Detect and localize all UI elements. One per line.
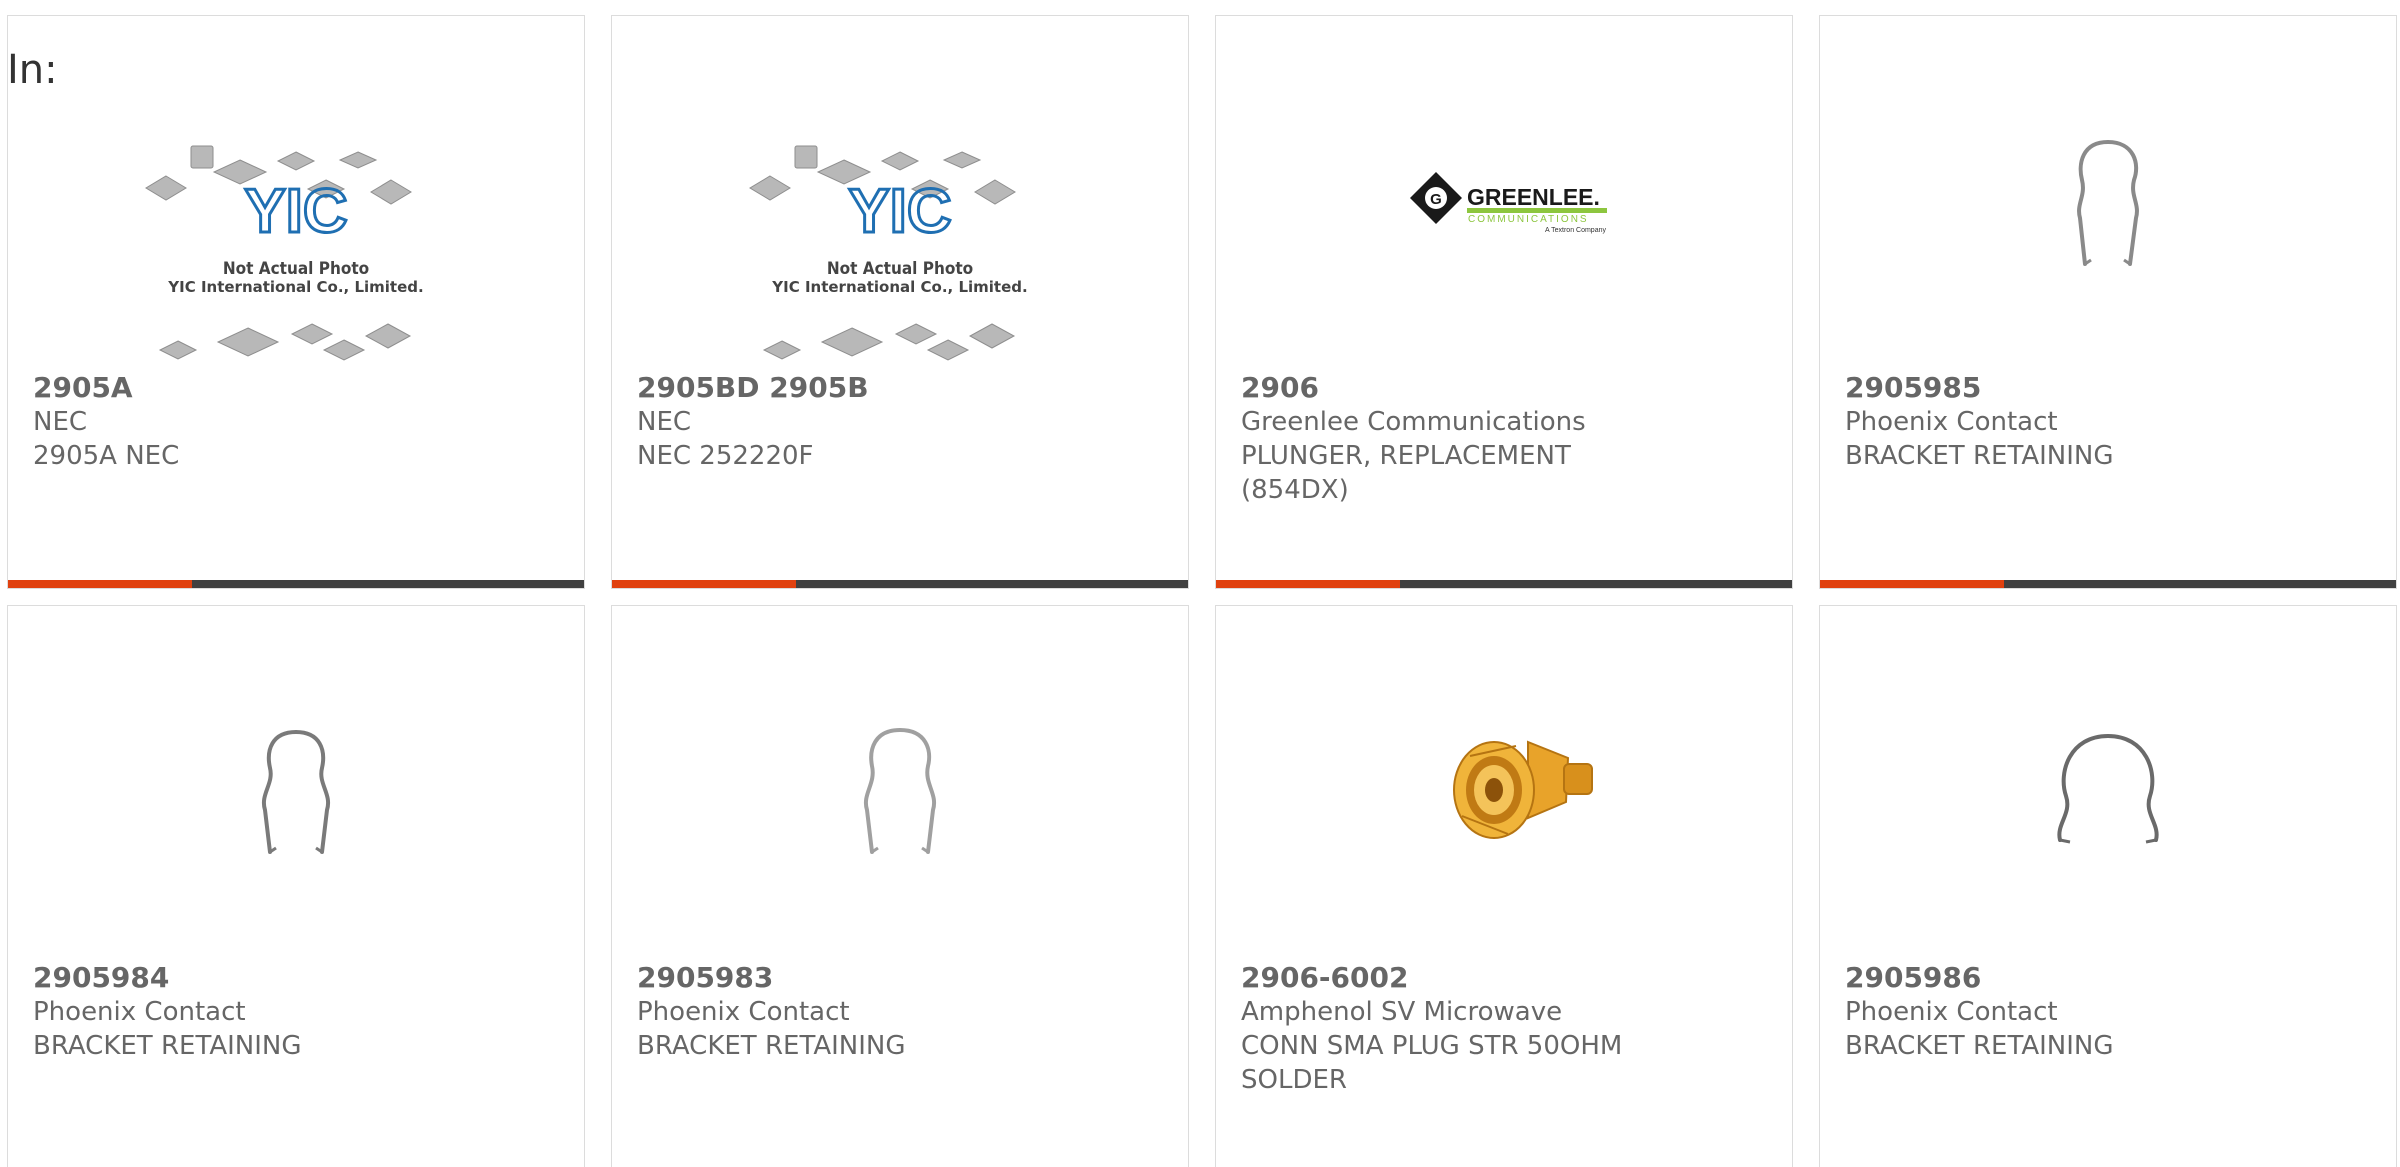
part-number[interactable]: 2906-6002	[1241, 961, 1761, 995]
product-card[interactable]: 2905984 Phoenix Contact BRACKET RETAININ…	[7, 605, 585, 1167]
manufacturer: Greenlee Communications	[1241, 407, 1586, 437]
product-text: 2905985 Phoenix Contact BRACKET RETAININ…	[1845, 371, 2365, 473]
part-number[interactable]: 2905985	[1845, 371, 2365, 405]
product-text: 2905BD 2905B NEC NEC 252220F	[637, 371, 1157, 473]
product-grid-page: In: YIC Not Actual Photo YIC Internation…	[0, 0, 2400, 1167]
greenlee-brand-text: GREENLEE.	[1467, 184, 1600, 210]
greenlee-logo: G GREENLEE. COMMUNICATIONS A Textron Com…	[1410, 172, 1607, 234]
greenlee-sub-text: COMMUNICATIONS	[1468, 214, 1589, 225]
progress-fill	[612, 580, 797, 588]
watermark-line2: YIC International Co., Limited.	[167, 278, 423, 296]
watermark-line1: Not Actual Photo	[223, 259, 369, 279]
progress-bar	[8, 580, 584, 588]
filter-in-label: In:	[7, 47, 58, 93]
product-description: NEC 252220F	[637, 441, 814, 471]
progress-fill	[1820, 580, 2005, 588]
product-text: 2906 Greenlee Communications PLUNGER, RE…	[1241, 371, 1761, 507]
manufacturer: NEC	[637, 407, 692, 437]
manufacturer: Amphenol SV Microwave	[1241, 997, 1563, 1027]
part-number[interactable]: 2905BD 2905B	[637, 371, 1157, 405]
product-description: PLUNGER, REPLACEMENT (854DX)	[1241, 441, 1571, 505]
yic-placeholder-image: YIC Not Actual Photo YIC International C…	[749, 145, 1028, 361]
product-description: BRACKET RETAINING	[1845, 1031, 2114, 1061]
product-description: CONN SMA PLUG STR 50OHM SOLDER	[1241, 1031, 1623, 1095]
greenlee-tag-text: A Textron Company	[1545, 227, 1606, 234]
manufacturer: Phoenix Contact	[1845, 407, 2058, 437]
wire-bracket-image	[261, 729, 331, 854]
part-number[interactable]: 2905983	[637, 961, 1157, 995]
product-text: 2905984 Phoenix Contact BRACKET RETAININ…	[33, 961, 553, 1063]
svg-text:G: G	[1430, 191, 1442, 208]
progress-fill	[1216, 580, 1401, 588]
product-card[interactable]: 2905986 Phoenix Contact BRACKET RETAININ…	[1819, 605, 2397, 1167]
product-card[interactable]: 2906-6002 Amphenol SV Microwave CONN SMA…	[1215, 605, 1793, 1167]
product-text: 2906-6002 Amphenol SV Microwave CONN SMA…	[1241, 961, 1761, 1097]
product-image[interactable]: YIC Not Actual Photo YIC International C…	[612, 56, 1188, 366]
product-text: 2905986 Phoenix Contact BRACKET RETAININ…	[1845, 961, 2365, 1063]
progress-bar	[612, 580, 1188, 588]
manufacturer: Phoenix Contact	[637, 997, 850, 1027]
product-image[interactable]	[8, 646, 584, 956]
part-number[interactable]: 2905986	[1845, 961, 2365, 995]
product-description: BRACKET RETAINING	[1845, 441, 2114, 471]
manufacturer: NEC	[33, 407, 88, 437]
product-card[interactable]: YIC Not Actual Photo YIC International C…	[611, 15, 1189, 589]
wire-bracket-image	[863, 727, 937, 854]
product-text: 2905A NEC 2905A NEC	[33, 371, 553, 473]
progress-bar	[1216, 580, 1792, 588]
watermark-line1: Not Actual Photo	[827, 259, 973, 279]
product-description: 2905A NEC	[33, 441, 180, 471]
product-image[interactable]: G GREENLEE. COMMUNICATIONS A Textron Com…	[1216, 56, 1792, 366]
product-image[interactable]	[1820, 646, 2396, 956]
watermark-line2: YIC International Co., Limited.	[771, 278, 1027, 296]
part-number[interactable]: 2906	[1241, 371, 1761, 405]
product-image[interactable]: YIC Not Actual Photo YIC International C…	[8, 56, 584, 366]
manufacturer: Phoenix Contact	[1845, 997, 2058, 1027]
product-description: BRACKET RETAINING	[33, 1031, 302, 1061]
wire-bracket-image	[2057, 733, 2159, 844]
sma-connector-image	[1453, 740, 1593, 839]
progress-bar	[1820, 580, 2396, 588]
progress-fill	[8, 580, 193, 588]
product-description: BRACKET RETAINING	[637, 1031, 906, 1061]
product-image[interactable]	[1820, 56, 2396, 366]
product-card[interactable]: YIC Not Actual Photo YIC International C…	[7, 15, 585, 589]
manufacturer: Phoenix Contact	[33, 997, 246, 1027]
product-text: 2905983 Phoenix Contact BRACKET RETAININ…	[637, 961, 1157, 1063]
product-card[interactable]: G GREENLEE. COMMUNICATIONS A Textron Com…	[1215, 15, 1793, 589]
product-card[interactable]: 2905985 Phoenix Contact BRACKET RETAININ…	[1819, 15, 2397, 589]
wire-bracket-image	[2077, 139, 2139, 266]
product-image[interactable]	[612, 646, 1188, 956]
svg-text:YIC: YIC	[244, 177, 347, 246]
yic-placeholder-image: YIC Not Actual Photo YIC International C…	[145, 145, 424, 361]
part-number[interactable]: 2905984	[33, 961, 553, 995]
part-number[interactable]: 2905A	[33, 371, 553, 405]
product-card[interactable]: 2905983 Phoenix Contact BRACKET RETAININ…	[611, 605, 1189, 1167]
product-image[interactable]	[1216, 646, 1792, 956]
svg-text:YIC: YIC	[848, 177, 951, 246]
